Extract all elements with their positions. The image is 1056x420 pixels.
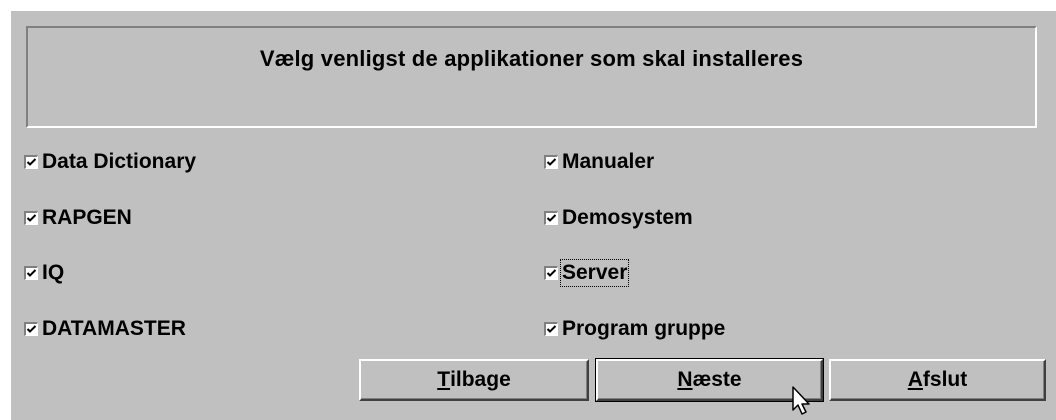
checkbox-server[interactable]: Server bbox=[544, 259, 630, 287]
checkmark-icon bbox=[26, 214, 37, 222]
checkbox-box[interactable] bbox=[544, 322, 558, 336]
checkmark-icon bbox=[26, 158, 37, 166]
next-button[interactable]: Næste bbox=[595, 358, 824, 402]
back-button[interactable]: Tilbage bbox=[359, 359, 589, 401]
checkbox-manualer[interactable]: Manualer bbox=[544, 148, 654, 176]
checkbox-label: Data Dictionary bbox=[42, 150, 197, 173]
checkmark-icon bbox=[546, 214, 557, 222]
checkmark-icon bbox=[546, 269, 557, 277]
checkmark-icon bbox=[546, 158, 557, 166]
checkbox-iq[interactable]: IQ bbox=[24, 259, 64, 287]
checkbox-label: Demosystem bbox=[562, 206, 693, 229]
checkbox-label-focused: Server bbox=[559, 259, 630, 287]
checkbox-box[interactable] bbox=[544, 155, 558, 169]
exit-button-mnemonic: A bbox=[907, 368, 923, 391]
checkbox-program-gruppe[interactable]: Program gruppe bbox=[544, 315, 725, 343]
checkbox-label: Program gruppe bbox=[562, 317, 726, 340]
checkbox-box[interactable] bbox=[544, 211, 558, 225]
checkmark-icon bbox=[546, 325, 557, 333]
checkbox-box[interactable] bbox=[24, 155, 38, 169]
exit-button[interactable]: Afslut bbox=[829, 359, 1046, 401]
checkbox-data-dictionary[interactable]: Data Dictionary bbox=[24, 148, 196, 176]
checkbox-label: IQ bbox=[42, 261, 65, 284]
back-button-mnemonic: T bbox=[437, 368, 451, 391]
header-title: Vælg venligst de applikationer som skal … bbox=[259, 46, 804, 71]
checkbox-box[interactable] bbox=[24, 322, 38, 336]
checkbox-box[interactable] bbox=[24, 211, 38, 225]
checkbox-demosystem[interactable]: Demosystem bbox=[544, 204, 693, 232]
checkmark-icon bbox=[26, 325, 37, 333]
checkmark-icon bbox=[26, 269, 37, 277]
checkbox-rapgen[interactable]: RAPGEN bbox=[24, 204, 132, 232]
next-button-mnemonic: N bbox=[677, 368, 693, 391]
back-button-label: ilbage bbox=[450, 368, 511, 391]
exit-button-label: fslut bbox=[922, 368, 968, 391]
checkbox-box[interactable] bbox=[24, 266, 38, 280]
checkbox-box[interactable] bbox=[544, 266, 558, 280]
next-button-label: æste bbox=[692, 368, 742, 391]
checkbox-datamaster[interactable]: DATAMASTER bbox=[24, 315, 186, 343]
header-panel: Vælg venligst de applikationer som skal … bbox=[26, 26, 1037, 128]
checkbox-label: DATAMASTER bbox=[42, 317, 186, 340]
checkbox-label: Manualer bbox=[562, 150, 655, 173]
checkbox-label: RAPGEN bbox=[42, 206, 132, 229]
